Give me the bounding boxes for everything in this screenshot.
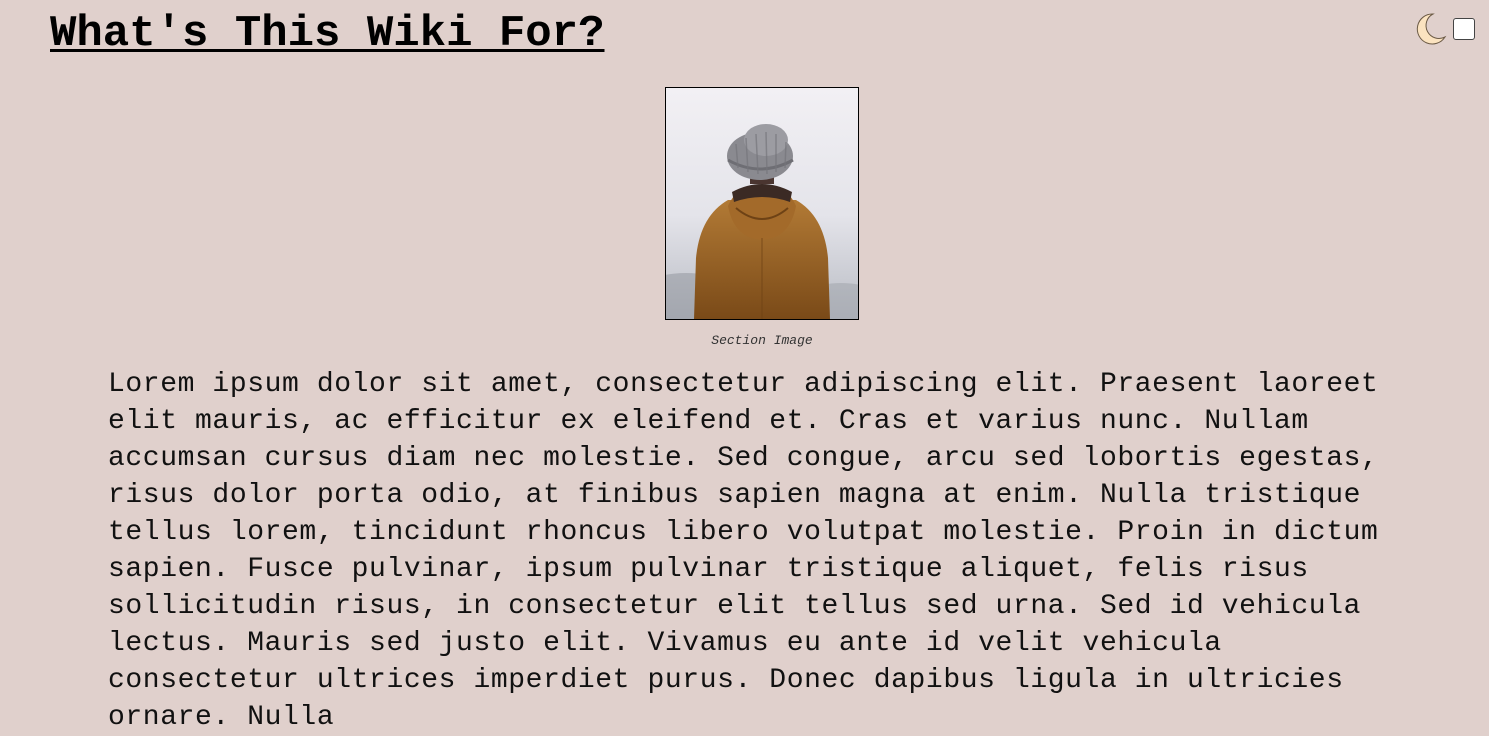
section-paragraph: Lorem ipsum dolor sit amet, consectetur … [108,369,1379,733]
dark-mode-checkbox[interactable] [1453,18,1475,40]
page-title: What's This Wiki For? [50,9,605,59]
section-image [665,87,859,320]
moon-icon[interactable] [1413,12,1447,46]
section-figure: Section Image [665,87,859,348]
image-caption: Section Image [711,333,813,348]
theme-controls [1413,12,1475,46]
